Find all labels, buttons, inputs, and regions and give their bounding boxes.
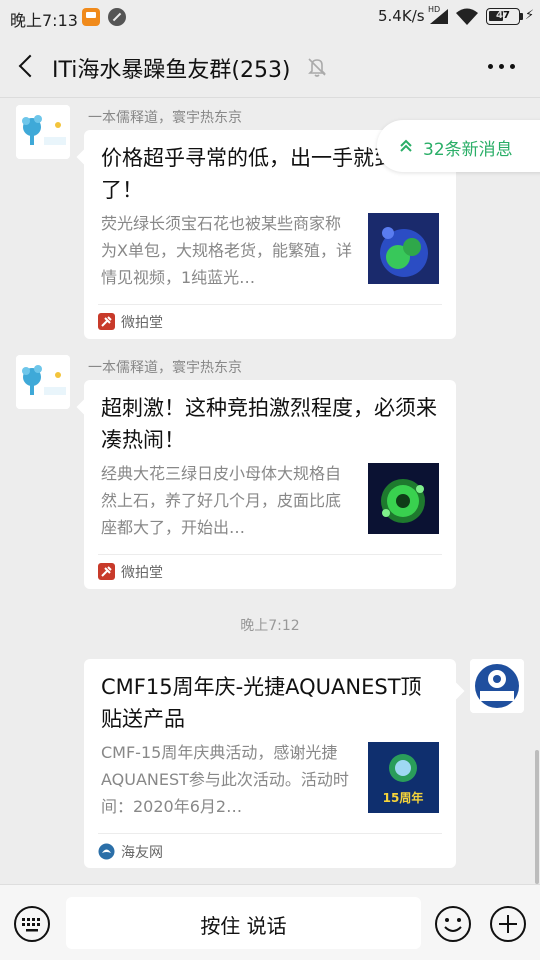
card-divider [98, 304, 442, 305]
card-thumbnail [368, 463, 439, 534]
card-divider [98, 554, 442, 555]
chat-header: ITi海水暴躁鱼友群(253) [0, 34, 540, 98]
back-button[interactable] [14, 50, 46, 82]
time-separator: 晚上7:12 [240, 618, 300, 634]
weipaitang-icon [98, 563, 115, 580]
card-description: 经典大花三绿日皮小母体大规格自然上石，养了好几个月，皮面比底座都大了，开始出… [101, 464, 342, 537]
weipaitang-icon [98, 313, 115, 330]
charging-icon: ⚡ [525, 8, 535, 23]
network-speed: 5.4K/s [378, 7, 425, 25]
link-card[interactable]: 超刺激！这种竞拍激烈程度，必须来凑热闹！ 经典大花三绿日皮小母体大规格自然上石，… [84, 380, 456, 589]
status-time: 晚上7:13 [10, 11, 78, 30]
card-divider [98, 833, 442, 834]
hold-to-talk-label: 按住 说话 [200, 914, 287, 938]
wifi-icon [456, 8, 478, 25]
sender-name: 一本儒释道，寰宇热东京 [88, 110, 242, 126]
sender-avatar[interactable] [16, 355, 70, 409]
keyboard-icon[interactable] [13, 905, 51, 943]
link-card[interactable]: CMF15周年庆-光捷AQUANEST顶贴送产品 CMF-15周年庆典活动，感谢… [84, 659, 456, 868]
card-source: 海友网 [121, 845, 163, 861]
card-title: CMF15周年庆-光捷AQUANEST顶贴送产品 [101, 675, 422, 731]
double-chevron-up-icon [400, 139, 412, 152]
do-not-disturb-icon [108, 8, 126, 26]
card-thumbnail: 15周年 [368, 742, 439, 813]
mute-bell-icon [308, 58, 326, 77]
sender-avatar[interactable] [16, 105, 70, 159]
card-description: 荧光绿长须宝石花也被某些商家称为X单包，大规格老货，能繁殖，详情见视频，1纯蓝光… [101, 214, 352, 287]
chat-scrollbar[interactable] [535, 750, 539, 884]
card-source: 微拍堂 [121, 565, 163, 581]
sender-name: 一本儒释道，寰宇热东京 [88, 360, 242, 376]
new-messages-count: 32条新消息 [423, 140, 513, 160]
battery-cap [520, 13, 523, 20]
battery-icon: 47 [486, 8, 520, 25]
card-title: 超刺激！这种竞拍激烈程度，必须来凑热闹！ [101, 396, 437, 452]
signal-icon [430, 9, 448, 24]
taobao-notification-icon [82, 8, 100, 26]
chat-title: ITi海水暴躁鱼友群(253) [52, 58, 291, 83]
status-bar: 晚上7:13 5.4K/s HD 47 ⚡ [0, 0, 540, 34]
chat-area[interactable]: 一本儒释道，寰宇热东京 价格超乎寻常的低，出一手就到漏了！ 荧光绿长须宝石花也被… [0, 99, 540, 884]
new-messages-pill[interactable]: 32条新消息 [377, 120, 540, 172]
card-description: CMF-15周年庆典活动，感谢光捷AQUANEST参与此次活动。活动时间：202… [101, 743, 349, 816]
more-options-button[interactable] [484, 52, 520, 80]
card-thumbnail [368, 213, 439, 284]
self-avatar[interactable] [470, 659, 524, 713]
input-bar: 按住 说话 [0, 884, 540, 960]
battery-level: 47 [496, 10, 510, 21]
plus-icon[interactable] [489, 905, 527, 943]
card-source: 微拍堂 [121, 315, 163, 331]
hold-to-talk-button[interactable]: 按住 说话 [66, 897, 421, 949]
haiyouwang-icon [98, 843, 115, 860]
thumb-anniversary-label: 15周年 [383, 790, 424, 805]
emoji-icon[interactable] [434, 905, 472, 943]
